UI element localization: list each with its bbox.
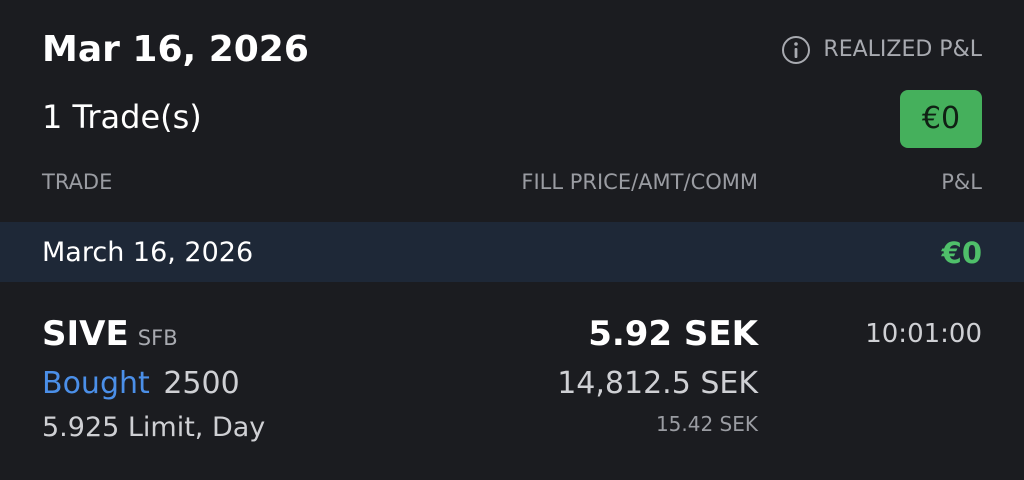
day-group-row[interactable]: March 16, 2026 €0 [0, 222, 1024, 282]
trade-action: Bought [42, 366, 150, 401]
commission: 15.42 SEK [655, 412, 758, 436]
trade-day-summary-screen: Mar 16, 2026 1 Trade(s) REALIZED P&L €0 … [0, 0, 1024, 480]
day-group-label: March 16, 2026 [42, 237, 254, 268]
trade-symbol: SIVE [42, 314, 129, 354]
order-details: 5.925 Limit, Day [42, 412, 266, 443]
symbol-line: SIVE SFB [42, 312, 178, 362]
fill-amount: 14,812.5 SEK [557, 366, 758, 401]
realized-pnl-label: REALIZED P&L [823, 37, 982, 62]
column-header-pnl: P&L [941, 170, 982, 194]
fill-price: 5.92 SEK [588, 314, 758, 354]
column-header-fill: FILL PRICE/AMT/COMM [521, 170, 758, 194]
trade-exchange: SFB [137, 326, 178, 350]
trade-row[interactable]: SIVE SFB Bought 2500 5.925 Limit, Day 5.… [0, 282, 1024, 480]
realized-pnl-badge: €0 [900, 90, 982, 148]
trade-time: 10:01:00 [865, 319, 982, 349]
column-header-trade: TRADE [42, 170, 113, 194]
trade-count: 1 Trade(s) [42, 98, 202, 136]
page-title: Mar 16, 2026 [42, 29, 309, 70]
info-circle-icon[interactable] [781, 35, 811, 65]
realized-pnl-header: REALIZED P&L [781, 34, 982, 66]
action-line: Bought 2500 [42, 364, 240, 404]
day-group-pnl: €0 [941, 236, 982, 270]
trade-quantity: 2500 [163, 366, 240, 401]
